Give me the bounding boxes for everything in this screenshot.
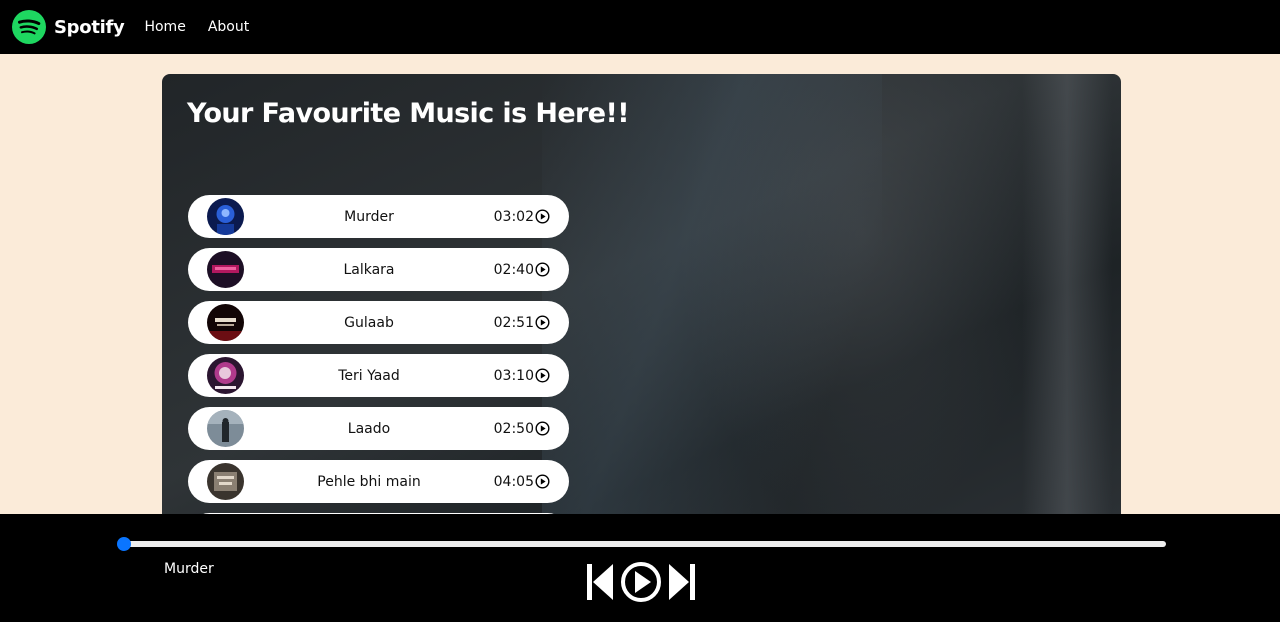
spotify-logo-icon — [12, 10, 46, 44]
navbar: Spotify Home About — [0, 0, 1280, 54]
song-time: 03:02 — [493, 208, 534, 225]
song-time: 02:40 — [493, 261, 534, 278]
play-circle-icon[interactable] — [535, 368, 550, 383]
play-circle-icon[interactable] — [535, 315, 550, 330]
player-bar: Murder — [0, 514, 1280, 622]
nav-about-link[interactable]: About — [208, 19, 249, 35]
play-circle-icon[interactable] — [535, 421, 550, 436]
song-time: 04:05 — [493, 473, 534, 490]
song-item[interactable]: Gulaab 02:51 — [188, 301, 569, 344]
brand-name: Spotify — [54, 16, 125, 38]
brand[interactable]: Spotify — [12, 10, 125, 44]
progress-thumb[interactable] — [117, 537, 131, 551]
song-item[interactable]: Teri Yaad 03:10 — [188, 354, 569, 397]
song-item[interactable]: Lalkara 02:40 — [188, 248, 569, 291]
play-icon[interactable] — [620, 561, 662, 603]
song-item[interactable]: Pehle bhi main 04:05 — [188, 460, 569, 503]
previous-icon[interactable] — [586, 563, 614, 601]
now-playing-title: Murder — [164, 561, 214, 577]
progress-bar[interactable] — [124, 541, 1166, 547]
song-item[interactable]: Laado 02:50 — [188, 407, 569, 450]
play-circle-icon[interactable] — [535, 209, 550, 224]
play-circle-icon[interactable] — [535, 262, 550, 277]
music-container: Your Favourite Music is Here!! Murder 03… — [162, 74, 1121, 534]
play-circle-icon[interactable] — [535, 474, 550, 489]
song-list: Murder 03:02 Lalkara 02:40 Gulaab 02:51 … — [188, 195, 569, 534]
next-icon[interactable] — [668, 563, 696, 601]
song-time: 03:10 — [493, 367, 534, 384]
song-item[interactable]: Murder 03:02 — [188, 195, 569, 238]
song-time: 02:51 — [493, 314, 534, 331]
page-heading: Your Favourite Music is Here!! — [187, 98, 630, 129]
nav-home-link[interactable]: Home — [144, 19, 185, 35]
player-controls — [586, 561, 696, 603]
song-time: 02:50 — [493, 420, 534, 437]
